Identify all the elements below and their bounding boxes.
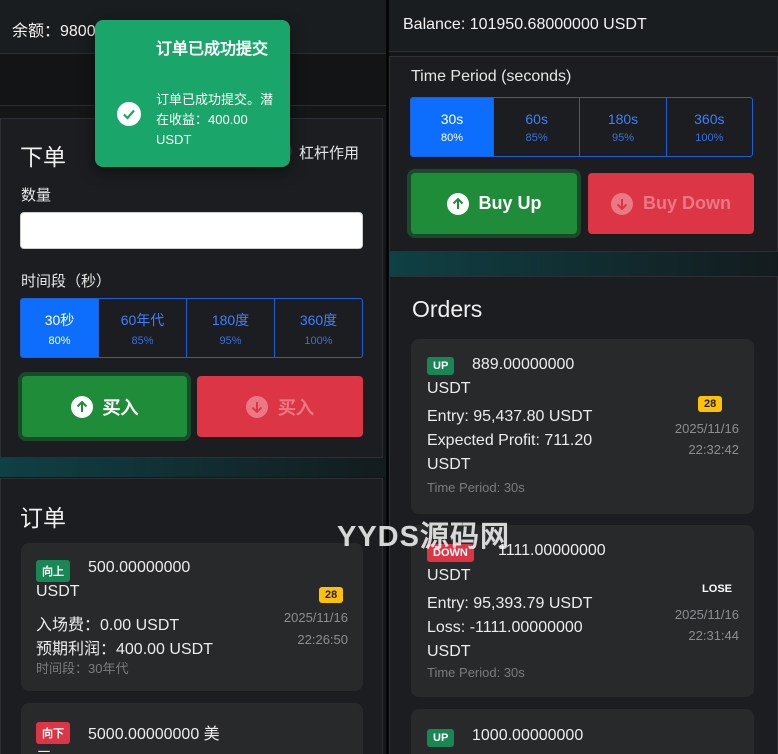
order-date: 2025/11/16 [283, 610, 348, 625]
leverage-badge: 28 [698, 396, 723, 412]
buy-up-button[interactable]: Buy Up [411, 173, 577, 234]
orders-title: Orders [412, 296, 483, 322]
order-item: 向下 5000.00000000 美 元 [21, 703, 363, 754]
order-item: UP 1000.00000000 [411, 709, 754, 754]
period-name: 60s [525, 110, 548, 127]
period-pct: 95% [611, 131, 634, 144]
order-amount: 1111.00000000 [498, 542, 606, 559]
period-option[interactable]: 60s 85% [494, 98, 581, 156]
glow-accent [0, 455, 386, 477]
period-pct: 85% [131, 334, 154, 347]
order-entry: Entry: 95,393.79 USDT [427, 595, 593, 612]
buy-down-button[interactable]: Buy Down [588, 173, 754, 234]
period-name: 30s [440, 110, 464, 127]
balance-bar: Balance: 101950.68000000 USDT [389, 0, 778, 52]
order-profit: Expected Profit: 711.20 [427, 432, 593, 449]
period-option[interactable]: 30秒 80% [21, 299, 99, 357]
check-icon [117, 102, 141, 126]
right-panel: Balance: 101950.68000000 USDT Time Perio… [389, 0, 778, 754]
period-pct: 80% [440, 131, 464, 144]
order-profit-unit: USDT [427, 456, 471, 473]
order-time: 22:32:42 [688, 442, 739, 457]
period-option[interactable]: 180s 95% [580, 98, 667, 156]
buy-up-label: 买入 [102, 397, 139, 418]
period-selector: 30s 80% 60s 85% 180s 95% 360s 100% [410, 97, 753, 157]
order-profit: 预期利润：400.00 USDT [36, 641, 213, 658]
order-time: 22:31:44 [688, 628, 739, 643]
orders-title: 订单 [20, 505, 66, 531]
left-panel: 余额：98000000000000000 USDT 下单 杠杆作用 数量 时间段… [0, 0, 386, 754]
arrow-up-icon [70, 395, 93, 418]
period-name: 180度 [211, 311, 250, 328]
order-item: UP 889.00000000 USDT 28 Entry: 95,437.80… [411, 339, 754, 514]
direction-badge: 向下 [36, 722, 70, 744]
period-name: 30秒 [44, 311, 75, 328]
watermark: YYDS源码网 [337, 521, 510, 553]
buy-down-label: 买入 [278, 397, 314, 418]
leverage-badge: 28 [319, 587, 344, 603]
toast-message: 订单已成功提交。潜在收益：400.00 USDT [156, 92, 274, 147]
order-amount: 5000.00000000 美 [88, 726, 220, 743]
period-option[interactable]: 60年代 85% [99, 299, 187, 357]
result-status: LOSE [702, 583, 732, 595]
arrow-down-icon [611, 192, 633, 215]
period-name: 60年代 [120, 311, 165, 328]
period-option[interactable]: 180度 95% [187, 299, 275, 357]
order-amount: 1000.00000000 [472, 727, 584, 744]
order-date: 2025/11/16 [674, 607, 739, 622]
place-order-title: 下单 [20, 144, 66, 170]
order-entry: 入场费：0.00 USDT [36, 617, 180, 634]
period-name: 360度 [299, 311, 338, 328]
leverage-label: 杠杆作用 [299, 145, 360, 162]
period-pct: 100% [695, 131, 724, 144]
order-amount: 889.00000000 [472, 356, 575, 373]
direction-badge: UP [427, 357, 455, 375]
arrow-down-icon [246, 395, 268, 418]
period-option[interactable]: 360度 100% [275, 299, 362, 357]
period-pct: 95% [219, 334, 242, 347]
order-date: 2025/11/16 [674, 421, 739, 436]
period-label: Time Period (seconds) [411, 68, 572, 85]
order-profit-unit: USDT [427, 643, 471, 660]
period-name: 360s [694, 110, 725, 127]
buy-down-button[interactable]: 买入 [197, 376, 363, 437]
order-unit: USDT [427, 380, 471, 397]
order-time: 22:26:50 [297, 632, 348, 647]
direction-badge: UP [427, 729, 455, 747]
buy-down-label: Buy Down [643, 193, 731, 213]
buy-up-label: Buy Up [478, 193, 542, 213]
buy-up-button[interactable]: 买入 [22, 376, 187, 437]
order-period: Time Period: 30s [427, 665, 525, 680]
success-toast: 订单已成功提交 订单已成功提交。潜在收益：400.00 USDT [95, 20, 290, 167]
period-pct: 100% [304, 334, 333, 347]
order-entry: Entry: 95,437.80 USDT [427, 408, 593, 425]
quantity-input[interactable] [20, 212, 363, 249]
period-pct: 85% [525, 131, 548, 144]
quantity-label: 数量 [21, 187, 52, 204]
order-unit: USDT [427, 567, 471, 584]
balance-text: Balance: 101950.68000000 USDT [403, 16, 647, 33]
order-unit: USDT [36, 583, 80, 600]
order-amount: 500.00000000 [88, 559, 191, 576]
arrow-up-icon [446, 192, 469, 215]
toast-title: 订单已成功提交 [156, 41, 269, 58]
order-period: 时间段：30年代 [36, 661, 129, 676]
order-item: 向上 500.00000000 USDT 28 入场费：0.00 USDT 预期… [21, 543, 363, 691]
period-name: 180s [607, 110, 639, 127]
period-pct: 80% [48, 334, 71, 347]
order-profit: Loss: -1111.00000000 [427, 619, 583, 636]
period-label: 时间段（秒） [21, 273, 112, 290]
period-option[interactable]: 30s 80% [411, 98, 494, 156]
order-unit: 元 [36, 744, 52, 754]
direction-badge: 向上 [36, 560, 70, 582]
period-option[interactable]: 360s 100% [667, 98, 752, 156]
order-period: Time Period: 30s [427, 480, 525, 495]
period-selector: 30秒 80% 60年代 85% 180度 95% 360度 100% [20, 298, 363, 358]
